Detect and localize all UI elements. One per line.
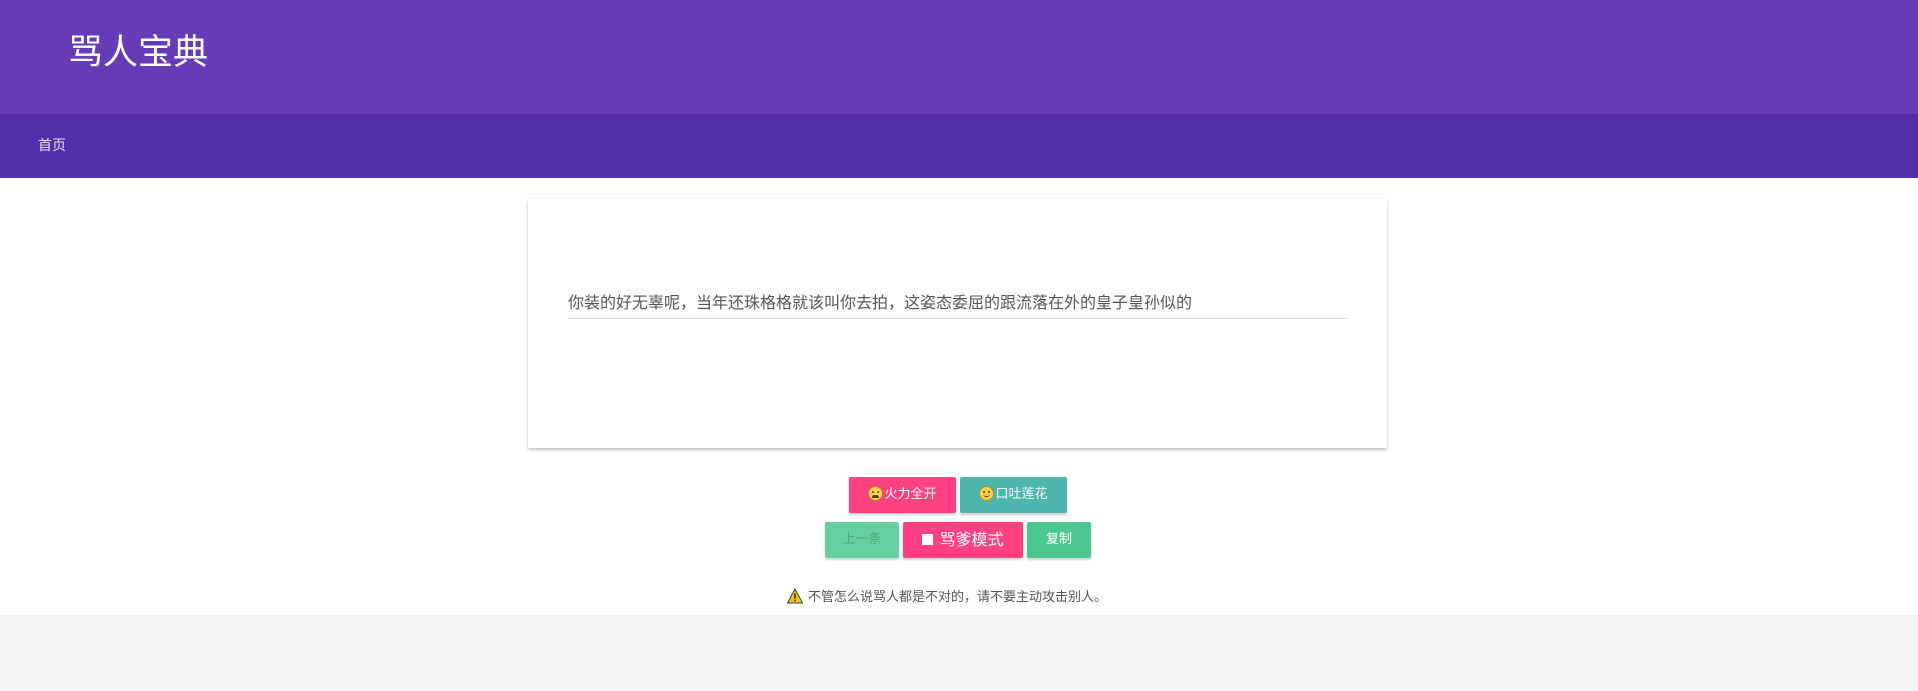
fire-full-label: 火力全开 xyxy=(884,487,937,502)
smiling-face-emoji-icon xyxy=(979,486,995,501)
main-content: 你装的好无辜呢，当年还珠格格就该叫你去拍，这姿态委屈的跟流落在外的皇子皇孙似的 … xyxy=(0,178,1918,615)
mode-checkbox[interactable] xyxy=(922,534,934,545)
warning-icon xyxy=(787,588,803,604)
warning-notice: 不管怎么说骂人都是不对的，请不要主动攻击别人。 xyxy=(787,588,1107,608)
lotus-button[interactable]: 口吐莲花 xyxy=(960,477,1067,513)
nav-link-home[interactable]: 首页 xyxy=(38,136,66,156)
insult-text: 你装的好无辜呢，当年还珠格格就该叫你去拍，这姿态委屈的跟流落在外的皇子皇孙似的 xyxy=(568,292,1348,319)
previous-label: 上一条 xyxy=(842,532,882,547)
copy-label: 复制 xyxy=(1045,532,1072,547)
footer-area xyxy=(0,615,1918,691)
lotus-label: 口吐莲花 xyxy=(995,487,1048,502)
fire-full-button[interactable]: 火力全开 xyxy=(849,477,956,513)
mode-label: 骂爹模式 xyxy=(939,530,1004,549)
header-bar: 骂人宝典 xyxy=(0,0,1918,114)
previous-button[interactable]: 上一条 xyxy=(825,522,899,558)
angry-face-emoji-icon xyxy=(868,486,884,501)
nav-bar: 首页 xyxy=(0,114,1918,178)
curse-dad-mode-toggle[interactable]: 骂爹模式 xyxy=(903,522,1023,558)
insult-card: 你装的好无辜呢，当年还珠格格就该叫你去拍，这姿态委屈的跟流落在外的皇子皇孙似的 xyxy=(528,199,1387,448)
site-title: 骂人宝典 xyxy=(68,33,209,73)
warning-text: 不管怎么说骂人都是不对的，请不要主动攻击别人。 xyxy=(808,590,1108,605)
copy-button[interactable]: 复制 xyxy=(1027,522,1091,558)
